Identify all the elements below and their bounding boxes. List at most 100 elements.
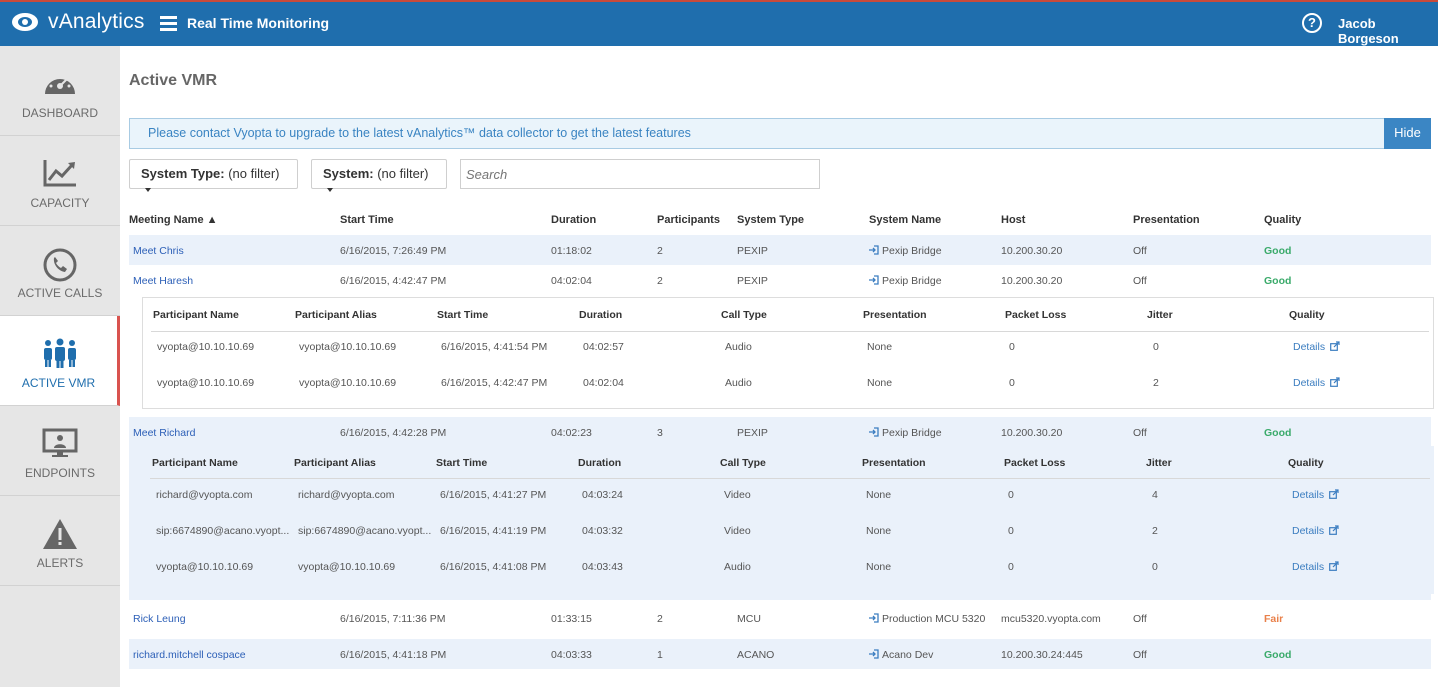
- filter-value: (no filter): [228, 166, 280, 181]
- participant-start: 6/16/2015, 4:41:27 PM: [440, 489, 547, 501]
- participant-alias: vyopta@10.10.10.69: [299, 377, 397, 389]
- help-icon[interactable]: ?: [1302, 13, 1322, 33]
- meeting-name-link[interactable]: Meet Richard: [133, 427, 195, 439]
- meeting-name-link[interactable]: Rick Leung: [133, 613, 186, 625]
- host: 10.200.30.20: [1001, 245, 1063, 257]
- column-header-meeting-name[interactable]: Meeting Name ▲: [129, 214, 218, 226]
- system-name: Acano Dev: [869, 649, 933, 661]
- search-input[interactable]: [460, 159, 820, 189]
- packet-loss: 0: [1009, 341, 1015, 353]
- participant-count: 2: [657, 245, 663, 257]
- filter-label: System:: [323, 166, 374, 181]
- system-name-text: Pexip Bridge: [882, 427, 942, 439]
- participant-alias: richard@vyopta.com: [298, 489, 395, 501]
- duration: 04:03:33: [551, 649, 592, 661]
- start-time: 6/16/2015, 4:42:47 PM: [340, 275, 447, 287]
- sub-column-header: Jitter: [1146, 457, 1172, 469]
- sidebar-item-active-calls[interactable]: ACTIVE CALLS: [0, 226, 120, 316]
- system-name: Production MCU 5320: [869, 613, 985, 625]
- details-link[interactable]: Details: [1292, 489, 1339, 501]
- sub-column-header: Presentation: [863, 309, 927, 321]
- start-time: 6/16/2015, 4:42:28 PM: [340, 427, 447, 439]
- system-type-filter[interactable]: System Type: (no filter): [129, 159, 298, 192]
- quality-badge: Good: [1264, 275, 1292, 287]
- participant-presentation: None: [866, 561, 892, 573]
- hamburger-menu-icon[interactable]: [160, 16, 177, 31]
- meeting-name-link[interactable]: Meet Haresh: [133, 275, 193, 287]
- sidebar-item-dashboard[interactable]: DASHBOARD: [0, 46, 120, 136]
- sidebar-item-label: ACTIVE CALLS: [17, 286, 103, 300]
- participant-duration: 04:02:04: [583, 377, 624, 389]
- meeting-row[interactable]: Meet Haresh 6/16/2015, 4:42:47 PM 04:02:…: [129, 265, 1431, 295]
- meeting-name-link[interactable]: richard.mitchell cospace: [133, 649, 246, 661]
- system-name-text: Production MCU 5320: [882, 613, 986, 625]
- sub-column-header: Packet Loss: [1005, 309, 1067, 321]
- duration: 01:18:02: [551, 245, 592, 257]
- meeting-row[interactable]: Meet Chris 6/16/2015, 7:26:49 PM 01:18:0…: [129, 235, 1431, 265]
- capacity-chart-icon: [43, 160, 76, 187]
- participants-subtable: Participant Name Participant Alias Start…: [142, 446, 1434, 594]
- sub-column-header: Presentation: [862, 457, 926, 469]
- jitter: 4: [1152, 489, 1158, 501]
- jitter: 2: [1152, 525, 1158, 537]
- jitter: 0: [1153, 341, 1159, 353]
- sub-column-header: Call Type: [720, 457, 766, 469]
- system-type: MCU: [737, 613, 761, 625]
- people-icon: [44, 338, 76, 368]
- monitor-icon: [42, 428, 78, 457]
- participant-duration: 04:03:43: [582, 561, 623, 573]
- sign-in-icon: [869, 245, 879, 255]
- sidebar-item-active-vmr[interactable]: ACTIVE VMR: [0, 316, 120, 406]
- brand-logo[interactable]: vAnalytics: [10, 10, 145, 34]
- column-header-host[interactable]: Host: [1001, 214, 1025, 226]
- column-header-presentation[interactable]: Presentation: [1133, 214, 1200, 226]
- system-type: PEXIP: [737, 427, 768, 439]
- packet-loss: 0: [1008, 525, 1014, 537]
- participant-alias: vyopta@10.10.10.69: [298, 561, 396, 573]
- column-header-start-time[interactable]: Start Time: [340, 214, 394, 226]
- meeting-row[interactable]: richard.mitchell cospace 6/16/2015, 4:41…: [129, 639, 1431, 669]
- call-type: Audio: [724, 561, 751, 573]
- participant-duration: 04:02:57: [583, 341, 624, 353]
- sign-in-icon: [869, 649, 879, 659]
- hide-button[interactable]: Hide: [1384, 118, 1431, 149]
- notice-text: Please contact Vyopta to upgrade to the …: [148, 126, 691, 140]
- sub-column-header: Start Time: [437, 309, 489, 321]
- external-link-icon: [1329, 561, 1339, 571]
- details-link[interactable]: Details: [1292, 561, 1339, 573]
- column-header-duration[interactable]: Duration: [551, 214, 596, 226]
- meeting-row[interactable]: Rick Leung 6/16/2015, 7:11:36 PM 01:33:1…: [129, 603, 1431, 633]
- column-header-quality[interactable]: Quality: [1264, 214, 1301, 226]
- filter-value: (no filter): [377, 166, 429, 181]
- call-type: Video: [724, 525, 751, 537]
- column-header-system-name[interactable]: System Name: [869, 214, 941, 226]
- column-header-participants[interactable]: Participants: [657, 214, 720, 226]
- column-header-system-type[interactable]: System Type: [737, 214, 804, 226]
- sidebar-item-capacity[interactable]: CAPACITY: [0, 136, 120, 226]
- user-menu[interactable]: Jacob Borgeson: [1338, 16, 1438, 46]
- external-link-icon: [1330, 341, 1340, 351]
- sidebar-item-alerts[interactable]: ALERTS: [0, 496, 120, 586]
- details-link[interactable]: Details: [1293, 377, 1340, 389]
- sub-column-header: Start Time: [436, 457, 488, 469]
- sidebar-item-label: DASHBOARD: [21, 106, 98, 120]
- external-link-icon: [1329, 489, 1339, 499]
- packet-loss: 0: [1008, 489, 1014, 501]
- presentation: Off: [1133, 427, 1147, 439]
- meeting-name-link[interactable]: Meet Chris: [133, 245, 184, 257]
- system-type: PEXIP: [737, 245, 768, 257]
- caret-down-icon: [327, 187, 333, 192]
- call-type: Audio: [725, 377, 752, 389]
- details-link[interactable]: Details: [1292, 525, 1339, 537]
- details-link[interactable]: Details: [1293, 341, 1340, 353]
- sign-in-icon: [869, 427, 879, 437]
- external-link-icon: [1329, 525, 1339, 535]
- system-filter[interactable]: System: (no filter): [311, 159, 447, 192]
- presentation: Off: [1133, 245, 1147, 257]
- warning-icon: [43, 519, 77, 549]
- host: 10.200.30.24:445: [1001, 649, 1083, 661]
- participant-start: 6/16/2015, 4:41:54 PM: [441, 341, 548, 353]
- quality-badge: Fair: [1264, 613, 1284, 625]
- sidebar-item-label: ACTIVE VMR: [21, 376, 96, 390]
- sidebar-item-endpoints[interactable]: ENDPOINTS: [0, 406, 120, 496]
